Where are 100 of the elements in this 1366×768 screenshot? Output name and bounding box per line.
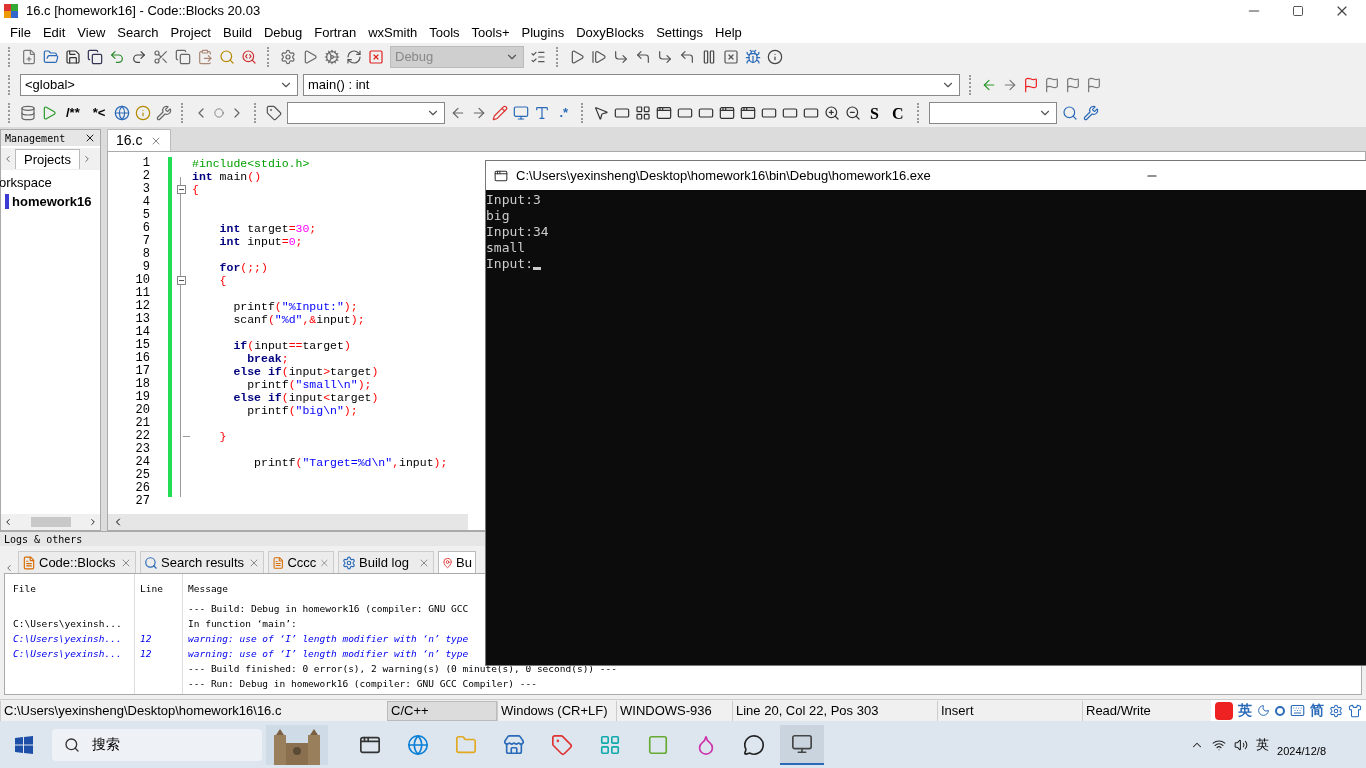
function-dropdown[interactable]: main() : int xyxy=(303,74,960,96)
menu-item[interactable]: Search xyxy=(111,22,165,43)
copy-icon[interactable] xyxy=(175,49,191,65)
scroll-left-icon[interactable] xyxy=(3,517,13,527)
log-tab[interactable]: Search results xyxy=(140,551,264,573)
abort-icon[interactable] xyxy=(368,49,384,65)
block-icon[interactable] xyxy=(677,105,694,121)
menu-item[interactable]: wxSmith xyxy=(362,22,424,43)
maximize-icon[interactable] xyxy=(1292,5,1304,17)
undo-icon[interactable] xyxy=(109,49,125,65)
scroll-right-icon[interactable] xyxy=(88,517,98,527)
run-icon[interactable] xyxy=(302,49,318,65)
close-icon[interactable] xyxy=(84,132,96,144)
debug-run-icon[interactable] xyxy=(569,49,585,65)
run-script-icon[interactable] xyxy=(41,105,57,121)
help-icon[interactable] xyxy=(135,105,152,121)
open-folder-icon[interactable] xyxy=(43,49,59,65)
search-icon[interactable] xyxy=(1061,105,1078,121)
panel-tab[interactable]: Projects xyxy=(15,149,80,169)
regex-button[interactable]: .* xyxy=(555,102,573,124)
settings-icon[interactable] xyxy=(1082,105,1099,121)
chat-icon[interactable] xyxy=(743,733,765,756)
horizontal-scrollbar[interactable] xyxy=(108,514,468,530)
rectangle-icon[interactable] xyxy=(614,105,631,121)
ime-mode[interactable]: 英 xyxy=(1238,700,1252,721)
grid-icon[interactable] xyxy=(635,105,652,121)
keyboard-icon[interactable] xyxy=(1290,703,1305,718)
shape-icon[interactable] xyxy=(803,105,820,121)
next-instruction-icon[interactable] xyxy=(657,49,673,65)
scope-dropdown[interactable]: <global> xyxy=(20,74,298,96)
block-icon[interactable] xyxy=(719,105,736,121)
bug-icon[interactable] xyxy=(745,49,761,65)
shape-icon[interactable] xyxy=(761,105,778,121)
menu-item[interactable]: Tools xyxy=(423,22,466,43)
save-all-icon[interactable] xyxy=(87,49,103,65)
wrench-icon[interactable] xyxy=(156,105,173,121)
pointer-icon[interactable] xyxy=(593,105,610,121)
log-tab[interactable]: Bu xyxy=(438,551,476,573)
s-button[interactable]: S xyxy=(866,102,883,124)
settings-icon[interactable] xyxy=(280,49,296,65)
menu-item[interactable]: Build xyxy=(217,22,258,43)
cut-icon[interactable] xyxy=(153,49,169,65)
stop-icon[interactable] xyxy=(723,49,739,65)
menu-item[interactable]: File xyxy=(4,22,37,43)
window-icon[interactable] xyxy=(656,105,673,121)
tree-item[interactable]: homework16 xyxy=(12,192,92,212)
build-run-icon[interactable] xyxy=(324,49,340,65)
flag-icon[interactable] xyxy=(1023,77,1039,93)
step-into-icon[interactable] xyxy=(613,49,629,65)
menu-item[interactable]: Settings xyxy=(650,22,710,43)
taskbar-search[interactable]: 搜索 xyxy=(52,728,262,761)
horizontal-scrollbar[interactable] xyxy=(1,514,100,530)
new-file-icon[interactable] xyxy=(21,49,37,65)
step-back-icon[interactable] xyxy=(679,49,695,65)
step-icon[interactable] xyxy=(591,49,607,65)
prev-flag-icon[interactable] xyxy=(1044,77,1060,93)
settings-icon[interactable] xyxy=(1329,703,1343,718)
globe-icon[interactable] xyxy=(114,105,131,121)
replace-icon[interactable] xyxy=(241,49,257,65)
redo-icon[interactable] xyxy=(131,49,147,65)
skin-icon[interactable] xyxy=(1348,703,1362,718)
tray-language[interactable]: 英 xyxy=(1256,734,1270,755)
symbol-dropdown[interactable] xyxy=(928,102,1057,124)
log-tab[interactable]: Code::Blocks xyxy=(18,551,136,573)
menu-item[interactable]: Edit xyxy=(36,22,72,43)
tab-scroll-left-icon[interactable] xyxy=(3,154,13,164)
clear-flag-icon[interactable] xyxy=(1086,77,1102,93)
menu-item[interactable]: Fortran xyxy=(308,22,363,43)
block-icon[interactable] xyxy=(698,105,715,121)
menu-item[interactable]: Help xyxy=(709,22,748,43)
menu-item[interactable]: Project xyxy=(164,22,217,43)
search-icon[interactable] xyxy=(219,49,235,65)
shape-icon[interactable] xyxy=(782,105,799,121)
search-dropdown[interactable] xyxy=(287,102,446,124)
fold-marker[interactable] xyxy=(176,276,186,285)
volume-icon[interactable] xyxy=(1234,737,1249,752)
start-icon[interactable] xyxy=(15,735,33,754)
browser-icon[interactable] xyxy=(407,733,429,756)
info-icon[interactable] xyxy=(767,49,783,65)
zoom-in-icon[interactable] xyxy=(824,105,841,121)
fold-marker[interactable] xyxy=(176,185,186,194)
ime-script[interactable]: 简 xyxy=(1310,700,1324,721)
menu-item[interactable]: View xyxy=(71,22,112,43)
menu-item[interactable]: DoxyBlocks xyxy=(570,22,651,43)
tab-scroll-left-icon[interactable] xyxy=(4,563,14,573)
menu-item[interactable]: Debug xyxy=(257,22,309,43)
menu-item[interactable]: Tools+ xyxy=(465,22,516,43)
menu-item[interactable]: Plugins xyxy=(515,22,571,43)
zoom-out-icon[interactable] xyxy=(845,105,862,121)
doc-comment-button[interactable]: /** xyxy=(62,102,84,124)
log-tab[interactable]: Cccc xyxy=(268,551,334,573)
save-icon[interactable] xyxy=(65,49,81,65)
c-button[interactable]: C xyxy=(887,102,908,124)
moon-icon[interactable] xyxy=(1257,704,1270,717)
wifi-icon[interactable] xyxy=(1212,737,1227,752)
paste-icon[interactable] xyxy=(197,49,213,65)
block-icon[interactable] xyxy=(740,105,757,121)
next-flag-icon[interactable] xyxy=(1065,77,1081,93)
doc-line-button[interactable]: *< xyxy=(88,102,110,124)
rebuild-icon[interactable] xyxy=(346,49,362,65)
